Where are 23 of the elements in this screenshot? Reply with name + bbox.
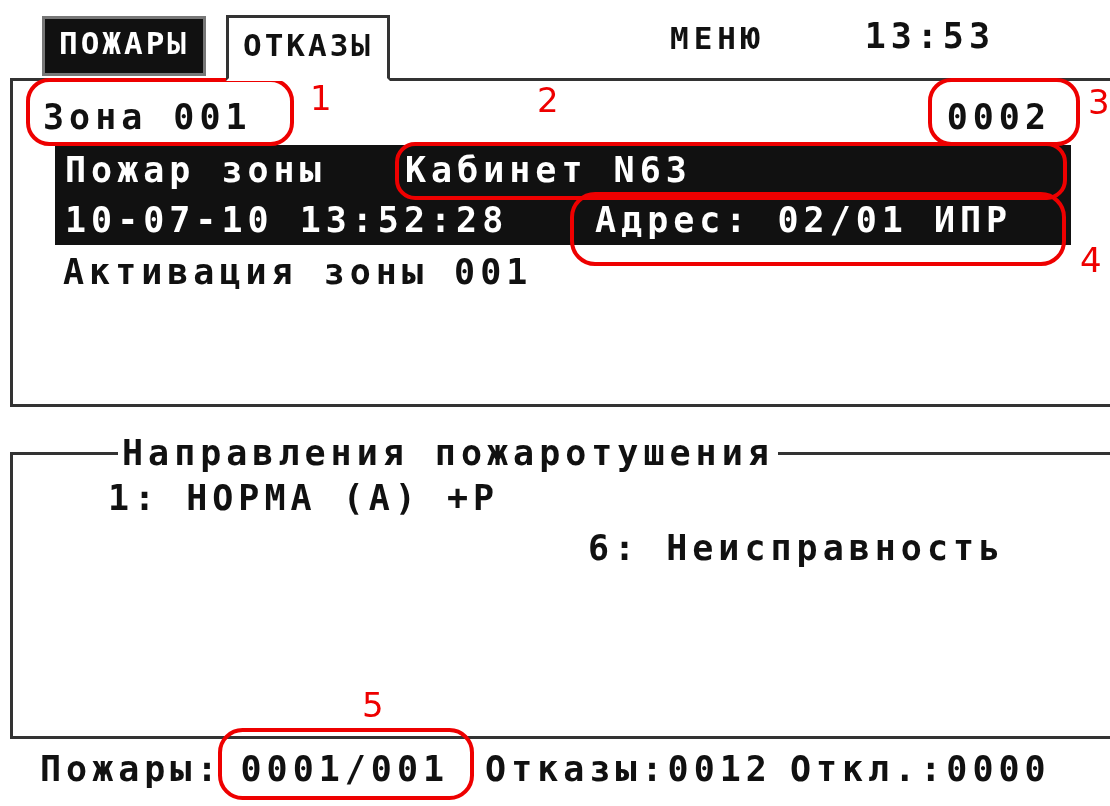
zone-label: Зона 001 (43, 97, 252, 137)
event-type: Пожар зоны (65, 150, 327, 190)
annotation-number: 3 (1088, 82, 1110, 122)
annotation-number: 4 (1080, 240, 1102, 280)
fires-label: Пожары: (40, 749, 223, 789)
menu-label[interactable]: МЕНЮ (669, 20, 765, 56)
tab[interactable]: ПОЖАРЫ (42, 16, 206, 76)
direction-status: 1: НОРМА (А) +Р (108, 477, 501, 520)
annotation-number: 5 (362, 685, 384, 725)
annotation-number: 1 (310, 78, 332, 118)
zone-place: Кабинет N63 (405, 150, 692, 190)
event-counter: 0002 (946, 97, 1051, 137)
direction-status: 6: Неисправность (588, 527, 1007, 570)
clock: 13:53 (864, 16, 995, 56)
disabled-count: Откл.:0000 (789, 749, 1051, 789)
device-address: Адрес: 02/01 ИПР (595, 200, 1013, 240)
faults-count: Отказы:0012 (485, 749, 772, 789)
directions-title: Направления пожаротушения (121, 433, 775, 473)
tab[interactable]: ОТКАЗЫ (226, 15, 390, 81)
event-description: Активация зоны 001 (63, 252, 533, 292)
event-datetime: 10-07-10 13:52:28 (65, 200, 510, 240)
annotation-number: 2 (537, 80, 559, 120)
fires-value: 0001/001 (240, 752, 450, 787)
